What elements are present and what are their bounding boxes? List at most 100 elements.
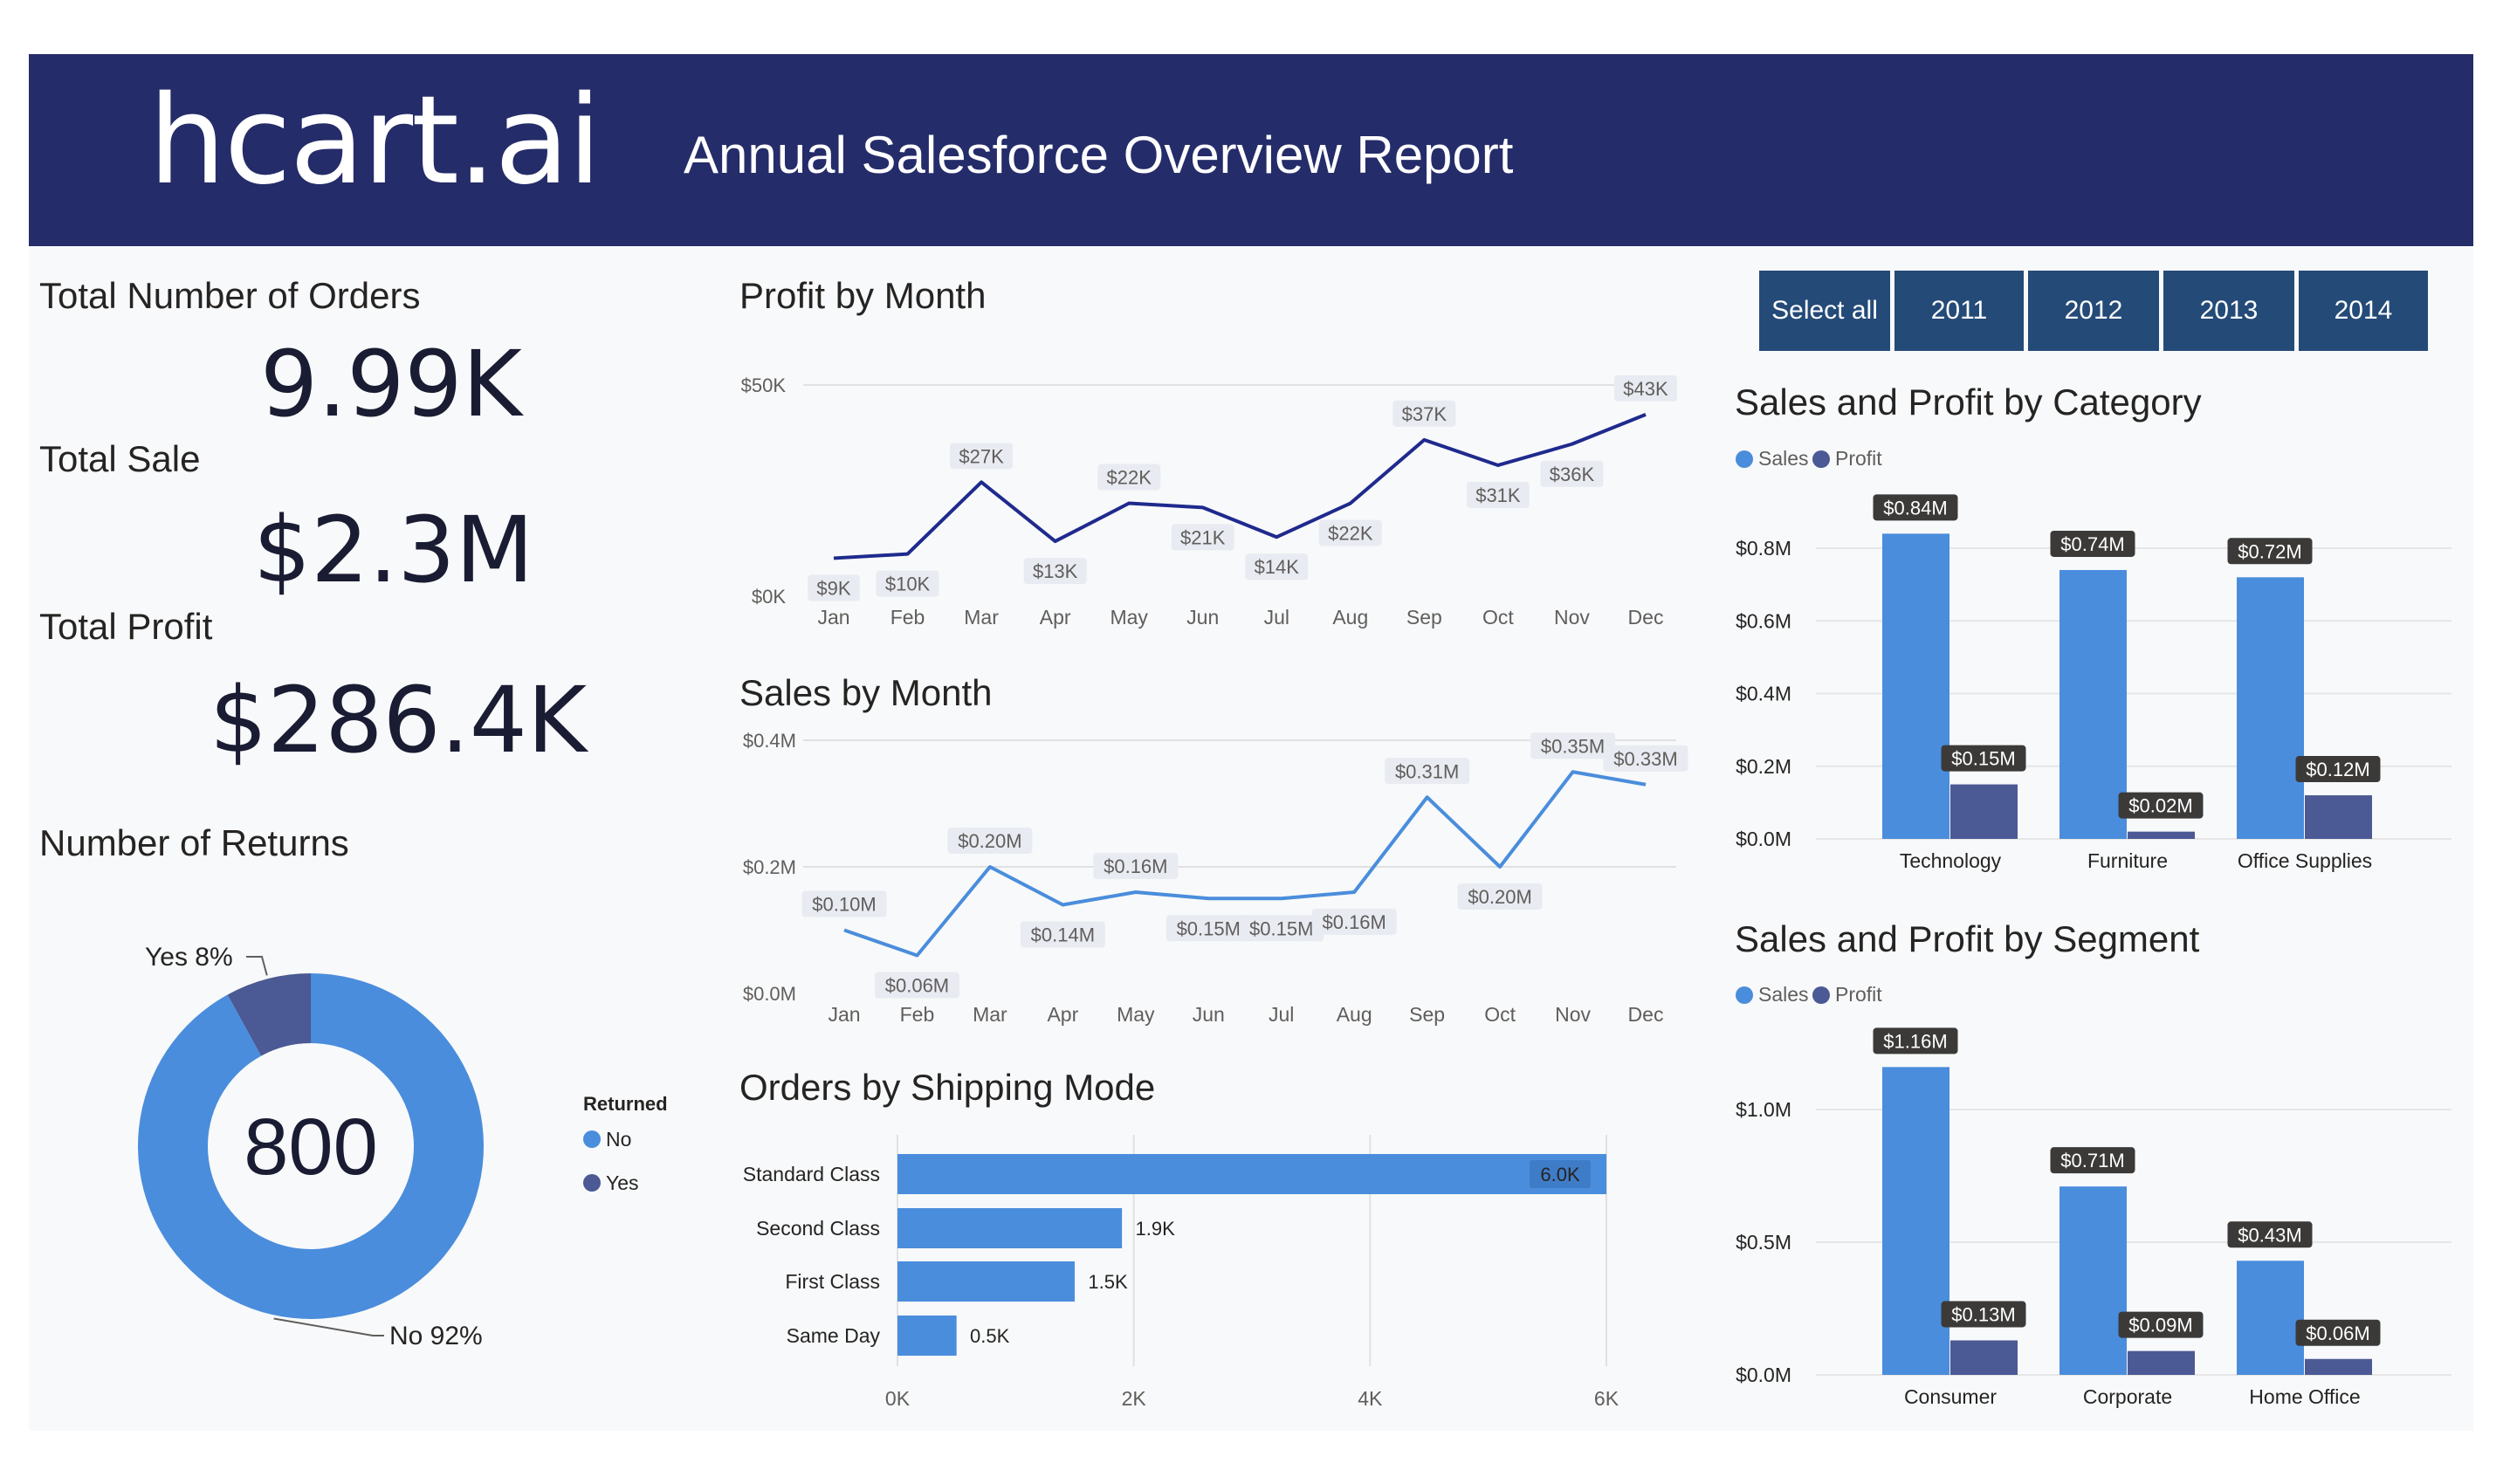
- shipping-bar: [897, 1208, 1123, 1248]
- segment-bar-sales: [2059, 1186, 2127, 1375]
- segment-y-tick: $0.5M: [1736, 1231, 1791, 1254]
- category-bar-sales: [2237, 577, 2304, 839]
- yes-callout-line: [246, 956, 268, 976]
- category-bar-profit: [2128, 831, 2195, 839]
- segment-data-label: $0.06M: [2306, 1323, 2369, 1344]
- segment-bar-sales: [2237, 1261, 2304, 1375]
- returns-legend-dot-no: [583, 1130, 601, 1148]
- category-bar-sales: [2059, 569, 2127, 839]
- profit-month-data-label: $27K: [959, 445, 1004, 467]
- sales-month-x-tick: Apr: [1047, 1003, 1078, 1026]
- segment-data-label: $0.43M: [2238, 1224, 2301, 1246]
- segment-bar-profit: [2128, 1350, 2195, 1375]
- profit-month-data-label: $43K: [1623, 378, 1668, 400]
- shipping-data-label: 6.0K: [1540, 1164, 1580, 1185]
- sales-month-data-label: $0.14M: [1031, 924, 1095, 946]
- category-data-label: $0.15M: [1951, 748, 2015, 770]
- shipping-x-tick: 2K: [1122, 1387, 1147, 1410]
- shipping-x-tick: 6K: [1594, 1387, 1619, 1410]
- sales-month-y-tick: $0.4M: [743, 730, 796, 752]
- category-data-label: $0.84M: [1883, 497, 1947, 519]
- sales-month-data-label: $0.16M: [1322, 911, 1386, 933]
- segment-bar-profit: [2305, 1358, 2372, 1375]
- profit-month-x-tick: Jan: [817, 606, 849, 629]
- profit-month-x-tick: Mar: [964, 606, 999, 629]
- sales-month-data-label: $0.10M: [812, 894, 876, 916]
- profit-month-data-label: $14K: [1255, 556, 1300, 578]
- sales-month-x-tick: Jan: [828, 1003, 860, 1026]
- donut-center-value: 800: [244, 1103, 378, 1192]
- segment-data-label: $0.71M: [2060, 1150, 2124, 1171]
- sales-month-data-label: $0.35M: [1541, 735, 1605, 757]
- profit-month-data-label: $22K: [1106, 467, 1152, 489]
- shipping-bar: [897, 1316, 957, 1356]
- sales-month-data-label: $0.15M: [1249, 917, 1313, 939]
- profit-month-y-tick: $50K: [741, 374, 787, 396]
- sales-month-x-tick: Oct: [1484, 1003, 1516, 1026]
- returns-legend-label-no: No: [606, 1128, 631, 1151]
- sales-month-data-label: $0.31M: [1395, 760, 1459, 782]
- category-data-label: $0.72M: [2238, 540, 2301, 562]
- sales-month-x-tick: Mar: [973, 1003, 1007, 1026]
- sales-month-y-tick: $0.0M: [743, 983, 796, 1005]
- returns-donut-chart: 800 No 92% Yes 8% Returned No Yes: [138, 943, 668, 1350]
- sales-month-x-tick: May: [1117, 1003, 1155, 1026]
- sales-month-x-tick: Sep: [1409, 1003, 1445, 1026]
- category-y-tick: $0.6M: [1736, 609, 1791, 632]
- category-category-label: Technology: [1900, 849, 2002, 872]
- profit-month-data-label: $10K: [885, 574, 931, 595]
- shipping-category-label: Second Class: [756, 1217, 880, 1240]
- category-data-label: $0.12M: [2306, 759, 2369, 780]
- sales-month-x-tick: Nov: [1555, 1003, 1591, 1026]
- category-category-label: Office Supplies: [2238, 849, 2372, 872]
- sales-month-x-tick: Jul: [1269, 1003, 1294, 1026]
- segment-data-label: $0.09M: [2128, 1315, 2192, 1336]
- sales-month-x-tick: Jun: [1193, 1003, 1225, 1026]
- no-callout-label: No 92%: [389, 1322, 483, 1350]
- sales-month-data-label: $0.20M: [1468, 886, 1531, 908]
- sales-month-data-label: $0.33M: [1613, 748, 1677, 770]
- sales-month-data-label: $0.15M: [1177, 917, 1241, 939]
- segment-data-label: $0.13M: [1951, 1303, 2015, 1325]
- profit-month-x-tick: May: [1110, 606, 1148, 629]
- profit-month-y-tick: $0K: [752, 586, 786, 608]
- category-segment-charts: $0.8M $0.6M $0.4M $0.2M $0.0M $0.84M $0.15M Tec…: [1736, 494, 2451, 1408]
- sales-month-x-tick: Feb: [900, 1003, 935, 1026]
- returns-legend-label-yes: Yes: [606, 1171, 639, 1194]
- yes-callout-label: Yes 8%: [145, 943, 233, 972]
- sales-month-data-label: $0.06M: [885, 975, 949, 997]
- profit-month-x-tick: Jun: [1186, 606, 1219, 629]
- sales-month-data-label: $0.20M: [958, 830, 1021, 852]
- segment-data-label: $1.16M: [1883, 1030, 1947, 1052]
- category-data-label: $0.02M: [2128, 795, 2192, 817]
- shipping-data-label: 1.9K: [1136, 1218, 1176, 1240]
- shipping-category-label: Same Day: [787, 1324, 881, 1347]
- shipping-category-label: Standard Class: [743, 1163, 880, 1185]
- profit-month-x-tick: Sep: [1406, 606, 1442, 629]
- category-y-tick: $0.8M: [1736, 537, 1791, 560]
- segment-y-tick: $1.0M: [1736, 1098, 1791, 1121]
- profit-month-x-tick: Aug: [1332, 606, 1368, 629]
- category-bar-sales: [1882, 533, 1949, 839]
- returns-legend-title: Returned: [583, 1093, 668, 1115]
- segment-bar-profit: [1950, 1340, 2018, 1375]
- shipping-category-label: First Class: [785, 1270, 880, 1293]
- profit-month-x-tick: Feb: [890, 606, 925, 629]
- profit-month-data-label: $9K: [816, 577, 850, 599]
- profit-month-data-label: $22K: [1328, 523, 1373, 545]
- sales-month-y-tick: $0.2M: [743, 856, 796, 878]
- sales-month-x-tick: Dec: [1628, 1003, 1664, 1026]
- no-callout-line: [273, 1317, 384, 1336]
- shipping-x-tick: 0K: [885, 1387, 911, 1410]
- category-bar-profit: [1950, 784, 2018, 839]
- segment-bar-sales: [1882, 1067, 1949, 1375]
- category-y-tick: $0.0M: [1736, 828, 1791, 850]
- shipping-x-tick: 4K: [1358, 1387, 1383, 1410]
- profit-month-data-label: $13K: [1033, 560, 1078, 582]
- shipping-bar: [897, 1261, 1075, 1302]
- returns-legend-dot-yes: [583, 1174, 601, 1192]
- segment-category-label: Corporate: [2083, 1385, 2172, 1408]
- shipping-data-label: 1.5K: [1088, 1271, 1128, 1293]
- middle-charts: $50K $0K Jan Feb Mar Apr May Jun Jul Aug Sep Oct Nov…: [741, 374, 1688, 1410]
- segment-category-label: Consumer: [1904, 1385, 1997, 1408]
